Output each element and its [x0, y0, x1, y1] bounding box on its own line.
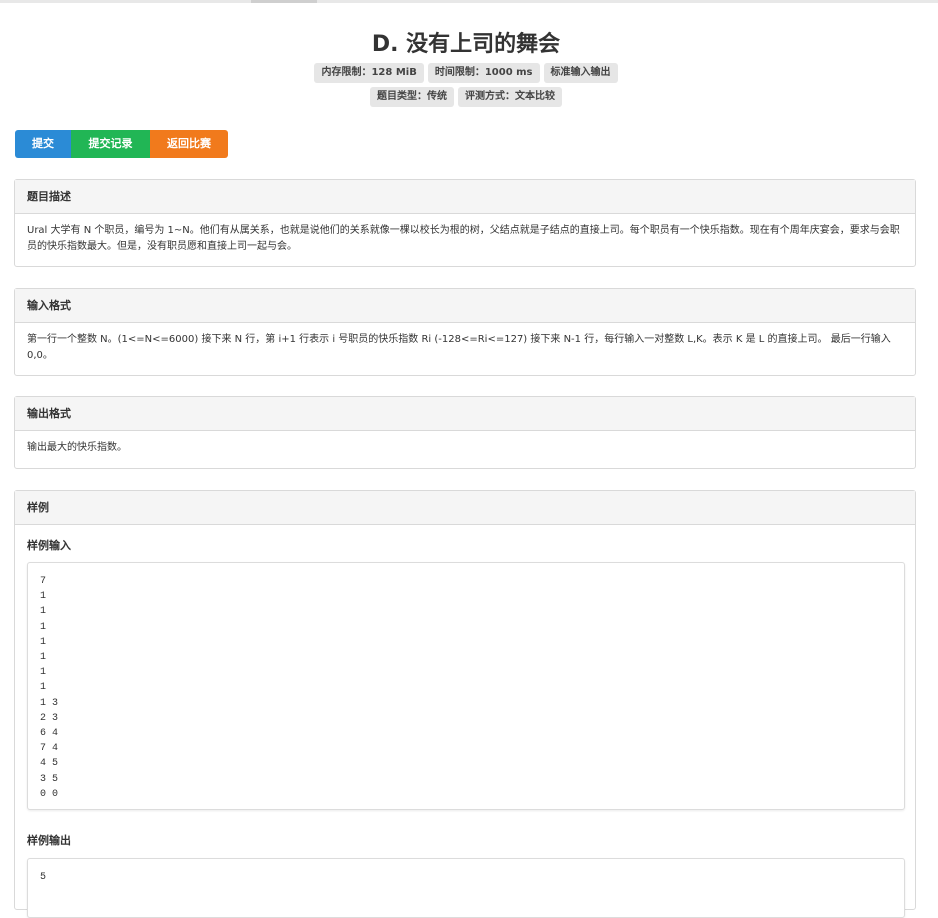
description-heading: 题目描述 — [15, 180, 915, 214]
sample-output-code[interactable]: 5 — [27, 858, 905, 918]
input-format-panel: 输入格式 第一行一个整数 N。(1<=N<=6000) 接下来 N 行，第 i+… — [14, 288, 916, 376]
description-text: Ural 大学有 N 个职员，编号为 1~N。他们有从属关系，也就是说他们的关系… — [27, 225, 900, 252]
output-format-panel: 输出格式 输出最大的快乐指数。 — [14, 396, 916, 469]
judge-method-label: 评测方式：文本比较 — [458, 87, 562, 107]
output-format-heading: 输出格式 — [15, 397, 915, 431]
description-panel: 题目描述 Ural 大学有 N 个职员，编号为 1~N。他们有从属关系，也就是说… — [14, 179, 916, 267]
input-format-text: 第一行一个整数 N。(1<=N<=6000) 接下来 N 行，第 i+1 行表示… — [27, 334, 891, 361]
problem-meta: 题目类型：传统 评测方式：文本比较 — [0, 87, 932, 107]
problem-page: D. 没有上司的舞会 内存限制：128 MiB 时间限制：1000 ms 标准输… — [0, 0, 938, 918]
memory-limit-label: 内存限制：128 MiB — [314, 63, 424, 83]
sample-output-title: 样例输出 — [27, 834, 71, 847]
problem-limits: 内存限制：128 MiB 时间限制：1000 ms 标准输入输出 — [0, 63, 932, 83]
action-button-group: 提交 提交记录 返回比赛 — [15, 130, 228, 158]
sample-input-code[interactable]: 7 1 1 1 1 1 1 1 1 3 2 3 6 4 7 4 4 5 3 5 … — [27, 562, 905, 810]
submission-records-button[interactable]: 提交记录 — [71, 130, 150, 158]
sample-input-title: 样例输入 — [27, 539, 71, 552]
back-to-contest-button[interactable]: 返回比赛 — [150, 130, 228, 158]
input-format-heading: 输入格式 — [15, 289, 915, 323]
io-mode-label: 标准输入输出 — [543, 63, 618, 83]
submit-button[interactable]: 提交 — [15, 130, 71, 158]
problem-type-label: 题目类型：传统 — [370, 87, 454, 107]
problem-title: D. 没有上司的舞会 — [371, 32, 561, 57]
time-limit-label: 时间限制：1000 ms — [427, 63, 540, 83]
output-format-text: 输出最大的快乐指数。 — [27, 442, 127, 453]
sample-heading: 样例 — [15, 491, 915, 525]
sample-panel: 样例 样例输入 7 1 1 1 1 1 1 1 1 3 2 3 6 4 7 4 … — [14, 490, 916, 918]
